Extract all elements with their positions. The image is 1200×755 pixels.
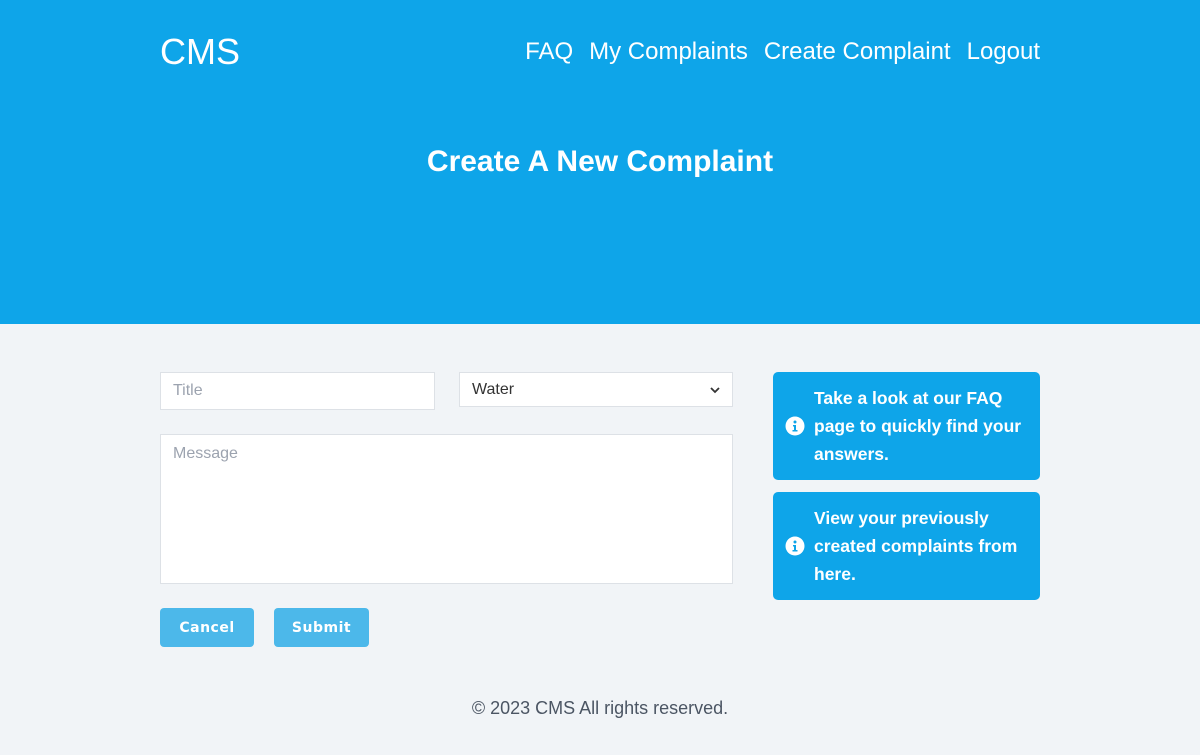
info-circle-icon [785,536,805,556]
info-card-text: Take a look at our FAQ page to quickly f… [814,388,1022,464]
chevron-down-icon [710,385,720,395]
nav-link-create-complaint[interactable]: Create Complaint [764,30,951,74]
cancel-button[interactable]: Cancel [160,608,254,647]
brand-logo[interactable]: CMS [160,30,240,74]
message-input[interactable] [160,434,733,584]
nav-link-my-complaints[interactable]: My Complaints [589,30,748,74]
info-card-text: View your previously created complaints … [814,508,1018,584]
title-input[interactable] [160,372,435,410]
info-circle-icon [785,416,805,436]
faq-info-card[interactable]: Take a look at our FAQ page to quickly f… [773,372,1040,480]
hero-header: CMS FAQ My Complaints Create Complaint L… [0,0,1200,324]
nav-link-faq[interactable]: FAQ [525,30,573,74]
my-complaints-info-card[interactable]: View your previously created complaints … [773,492,1040,600]
footer: © 2023 CMS All rights reserved. [0,698,1200,719]
page-title: Create A New Complaint [426,145,774,178]
copyright-text: © 2023 CMS All rights reserved. [471,698,729,718]
category-select-value: Water [472,381,515,398]
main-content: Water Cancel Submit Take a look at our F… [0,324,1200,755]
nav-link-logout[interactable]: Logout [967,30,1040,74]
category-select[interactable]: Water [459,372,733,407]
nav-links: FAQ My Complaints Create Complaint Logou… [525,30,1040,74]
top-nav: CMS FAQ My Complaints Create Complaint L… [160,30,1040,74]
submit-button[interactable]: Submit [274,608,369,647]
